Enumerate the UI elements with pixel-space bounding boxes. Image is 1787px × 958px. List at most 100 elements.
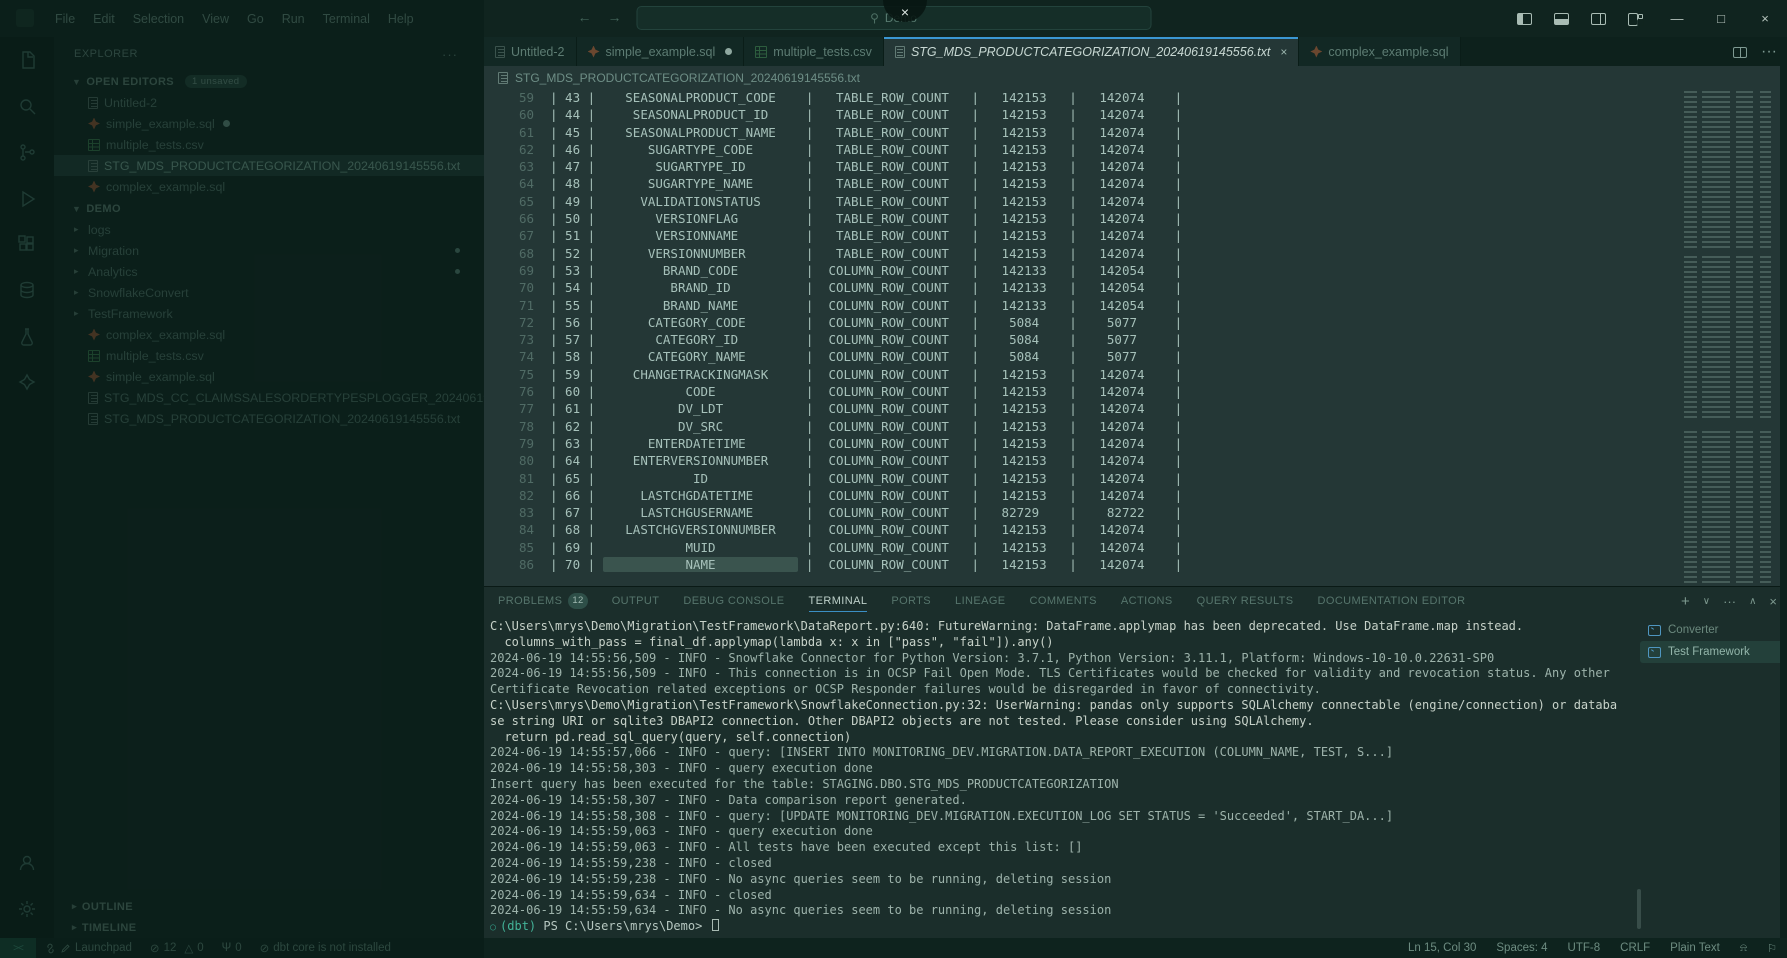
panel-tab-output[interactable]: OUTPUT <box>612 587 660 614</box>
dbt-status-item[interactable]: ⊘ dbt core is not installed <box>251 941 400 955</box>
table-row[interactable]: 67| 51 | VERSIONNAME | TABLE_ROW_COUNT |… <box>484 227 1787 244</box>
launchpad-item[interactable]: Launchpad <box>36 942 141 954</box>
table-row[interactable]: 77| 61 | DV_LDT | COLUMN_ROW_COUNT | 142… <box>484 400 1787 417</box>
menu-edit[interactable]: Edit <box>84 12 124 26</box>
activity-source-control-icon[interactable] <box>0 129 54 175</box>
table-row[interactable]: 78| 62 | DV_SRC | COLUMN_ROW_COUNT | 142… <box>484 418 1787 435</box>
table-row[interactable]: 64| 48 | SUGARTYPE_NAME | TABLE_ROW_COUN… <box>484 175 1787 192</box>
menu-view[interactable]: View <box>193 12 238 26</box>
terminal-list-item[interactable]: Converter <box>1640 619 1783 641</box>
open-editor-item[interactable]: Untitled-2 <box>54 92 484 113</box>
table-row[interactable]: 82| 66 | LASTCHGDATETIME | COLUMN_ROW_CO… <box>484 487 1787 504</box>
panel-more-actions-icon[interactable]: ··· <box>1723 594 1736 609</box>
table-row[interactable]: 70| 54 | BRAND_ID | COLUMN_ROW_COUNT | 1… <box>484 279 1787 296</box>
table-row[interactable]: 76| 60 | CODE | COLUMN_ROW_COUNT | 14215… <box>484 383 1787 400</box>
editor-pane[interactable]: 59| 43 | SEASONALPRODUCT_CODE | TABLE_RO… <box>484 89 1787 586</box>
open-editor-item[interactable]: simple_example.sql <box>54 113 484 134</box>
close-button[interactable]: × <box>1743 0 1787 37</box>
activity-explorer-icon[interactable] <box>0 37 54 83</box>
split-editor-icon[interactable] <box>1733 47 1747 58</box>
file-item[interactable]: STG_MDS_PRODUCTCATEGORIZATION_2024061914… <box>54 408 484 429</box>
table-row[interactable]: 60| 44 | SEASONALPRODUCT_ID | TABLE_ROW_… <box>484 106 1787 123</box>
table-row[interactable]: 83| 67 | LASTCHGUSERNAME | COLUMN_ROW_CO… <box>484 504 1787 521</box>
activity-settings-icon[interactable] <box>0 886 54 932</box>
menu-run[interactable]: Run <box>273 12 314 26</box>
panel-tab-debug-console[interactable]: DEBUG CONSOLE <box>683 587 784 614</box>
terminal-list-item[interactable]: Test Framework <box>1640 641 1783 663</box>
problems-item[interactable]: ⊘12 △0 <box>141 941 213 955</box>
table-row[interactable]: 72| 56 | CATEGORY_CODE | COLUMN_ROW_COUN… <box>484 314 1787 331</box>
file-item[interactable]: STG_MDS_CC_CLAIMSSALESORDERTYPESPLOGGER_… <box>54 387 484 408</box>
toggle-panel-icon[interactable] <box>1554 13 1569 25</box>
activity-extensions-icon[interactable] <box>0 221 54 267</box>
remote-indicator[interactable]: >< <box>0 938 36 958</box>
activity-account-icon[interactable] <box>0 840 54 886</box>
close-tab-icon[interactable]: × <box>1280 45 1287 59</box>
table-row[interactable]: 59| 43 | SEASONALPRODUCT_CODE | TABLE_RO… <box>484 89 1787 106</box>
folder-item[interactable]: ▸logs <box>54 219 484 240</box>
editor-tab[interactable]: STG_MDS_PRODUCTCATEGORIZATION_2024061914… <box>884 37 1299 66</box>
editor-tab[interactable]: multiple_tests.csv <box>744 37 884 66</box>
table-row[interactable]: 66| 50 | VERSIONFLAG | TABLE_ROW_COUNT |… <box>484 210 1787 227</box>
file-item[interactable]: complex_example.sql <box>54 324 484 345</box>
notifications-bell-icon[interactable]: ⚐ <box>1757 942 1787 955</box>
table-row[interactable]: 80| 64 | ENTERVERSIONNUMBER | COLUMN_ROW… <box>484 452 1787 469</box>
open-editor-item[interactable]: complex_example.sql <box>54 176 484 197</box>
table-row[interactable]: 81| 65 | ID | COLUMN_ROW_COUNT | 142153 … <box>484 470 1787 487</box>
minimap[interactable] <box>1676 91 1780 586</box>
open-editors-header[interactable]: ▼ OPEN EDITORS 1 unsaved <box>54 71 484 92</box>
terminal-dropdown-icon[interactable]: ∨ <box>1703 596 1710 607</box>
activity-dbt-icon[interactable] <box>0 359 54 405</box>
toggle-secondary-sidebar-icon[interactable] <box>1591 13 1606 25</box>
file-item[interactable]: multiple_tests.csv <box>54 345 484 366</box>
status-plain-text[interactable]: Plain Text <box>1660 942 1730 954</box>
table-row[interactable]: 74| 58 | CATEGORY_NAME | COLUMN_ROW_COUN… <box>484 348 1787 365</box>
minimize-button[interactable]: — <box>1655 0 1699 37</box>
folder-item[interactable]: ▸Analytics <box>54 261 484 282</box>
table-row[interactable]: 85| 69 | MUID | COLUMN_ROW_COUNT | 14215… <box>484 539 1787 556</box>
sidebar-more-actions-icon[interactable]: ··· <box>442 47 458 62</box>
maximize-panel-icon[interactable]: ∧ <box>1749 596 1756 607</box>
panel-tab-query-results[interactable]: QUERY RESULTS <box>1197 587 1294 614</box>
table-row[interactable]: 86| 70 | NAME | COLUMN_ROW_COUNT | 14215… <box>484 556 1787 573</box>
folder-item[interactable]: ▸TestFramework <box>54 303 484 324</box>
status-crlf[interactable]: CRLF <box>1610 942 1660 954</box>
editor-tab[interactable]: complex_example.sql <box>1299 37 1460 66</box>
panel-tab-lineage[interactable]: LINEAGE <box>955 587 1006 614</box>
table-row[interactable]: 71| 55 | BRAND_NAME | COLUMN_ROW_COUNT |… <box>484 297 1787 314</box>
activity-database-icon[interactable] <box>0 267 54 313</box>
table-row[interactable]: 65| 49 | VALIDATIONSTATUS | TABLE_ROW_CO… <box>484 193 1787 210</box>
folder-item[interactable]: ▸Migration <box>54 240 484 261</box>
menu-selection[interactable]: Selection <box>124 12 193 26</box>
table-row[interactable]: 68| 52 | VERSIONNUMBER | TABLE_ROW_COUNT… <box>484 245 1787 262</box>
close-panel-icon[interactable]: × <box>1769 594 1777 609</box>
ports-item[interactable]: Ψ0 <box>213 942 251 954</box>
panel-tab-ports[interactable]: PORTS <box>891 587 931 614</box>
table-row[interactable]: 62| 46 | SUGARTYPE_CODE | TABLE_ROW_COUN… <box>484 141 1787 158</box>
nav-forward-icon[interactable]: → <box>608 9 622 25</box>
file-item[interactable]: simple_example.sql <box>54 366 484 387</box>
editor-tab[interactable]: Untitled-2 <box>484 37 577 66</box>
table-row[interactable]: 79| 63 | ENTERDATETIME | COLUMN_ROW_COUN… <box>484 435 1787 452</box>
menu-go[interactable]: Go <box>238 12 273 26</box>
table-row[interactable]: 63| 47 | SUGARTYPE_ID | TABLE_ROW_COUNT … <box>484 158 1787 175</box>
table-row[interactable]: 84| 68 | LASTCHGVERSIONNUMBER | COLUMN_R… <box>484 521 1787 538</box>
terminal-output[interactable]: C:\Users\mrys\Demo\Migration\TestFramewo… <box>490 619 1636 934</box>
open-editor-item[interactable]: multiple_tests.csv <box>54 134 484 155</box>
menu-terminal[interactable]: Terminal <box>314 12 379 26</box>
breadcrumb[interactable]: STG_MDS_PRODUCTCATEGORIZATION_2024061914… <box>484 66 1787 89</box>
new-terminal-icon[interactable]: + <box>1681 593 1690 610</box>
feedback-icon[interactable]: ⍾ <box>1730 942 1757 955</box>
maximize-button[interactable]: □ <box>1699 0 1743 37</box>
sidebar-section-timeline[interactable]: ▸TIMELINE <box>54 917 484 938</box>
editor-more-actions-icon[interactable]: ··· <box>1761 43 1777 61</box>
panel-tab-comments[interactable]: COMMENTS <box>1030 587 1097 614</box>
open-editor-item[interactable]: STG_MDS_PRODUCTCATEGORIZATION_2024061914… <box>54 155 484 176</box>
nav-back-icon[interactable]: ← <box>578 9 592 25</box>
panel-tab-problems[interactable]: PROBLEMS12 <box>498 587 588 614</box>
menu-help[interactable]: Help <box>379 12 423 26</box>
status-spaces[interactable]: Spaces: 4 <box>1486 942 1557 954</box>
table-row[interactable]: 75| 59 | CHANGETRACKINGMASK | COLUMN_ROW… <box>484 366 1787 383</box>
panel-tab-documentation-editor[interactable]: DOCUMENTATION EDITOR <box>1318 587 1466 614</box>
activity-tests-icon[interactable] <box>0 313 54 359</box>
